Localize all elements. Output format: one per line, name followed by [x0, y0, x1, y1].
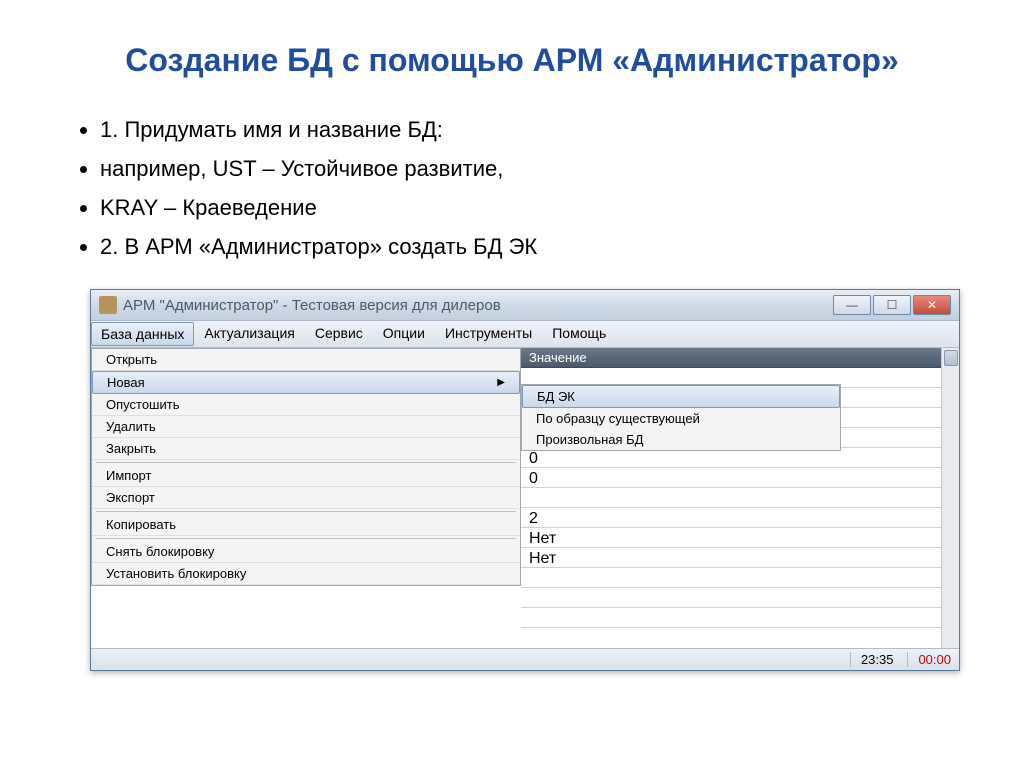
bullet-item: KRAY – Краеведение — [100, 190, 964, 225]
menu-delete[interactable]: Удалить — [92, 416, 520, 438]
menu-actualization[interactable]: Актуализация — [194, 321, 304, 347]
database-dropdown: Открыть Новая ▶ Опустошить Удалить Закры… — [91, 348, 521, 586]
menu-database[interactable]: База данных — [91, 322, 194, 346]
menu-lock[interactable]: Установить блокировку — [92, 563, 520, 585]
grid-row: 0 — [521, 448, 959, 468]
app-icon — [99, 296, 117, 314]
menu-copy[interactable]: Копировать — [92, 514, 520, 536]
status-bar: 23:35 00:00 — [91, 648, 959, 670]
grid-row — [521, 588, 959, 608]
menu-options[interactable]: Опции — [373, 321, 435, 347]
status-timer: 00:00 — [907, 652, 951, 667]
submenu-by-sample[interactable]: По образцу существующей — [522, 408, 840, 429]
menu-unlock[interactable]: Снять блокировку — [92, 541, 520, 563]
grid-row — [521, 608, 959, 628]
menu-bar: База данных Актуализация Сервис Опции Ин… — [91, 321, 959, 348]
status-time: 23:35 — [850, 652, 894, 667]
grid-header-value: Значение — [521, 348, 959, 368]
menu-export[interactable]: Экспорт — [92, 487, 520, 509]
menu-close[interactable]: Закрыть — [92, 438, 520, 460]
grid-row: Нет — [521, 548, 959, 568]
submenu-bd-ek[interactable]: БД ЭК — [522, 385, 840, 408]
title-bar: АРМ "Администратор" - Тестовая версия дл… — [91, 290, 959, 321]
bullet-item: 1. Придумать имя и название БД: — [100, 112, 964, 147]
bullet-item: 2. В АРМ «Администратор» создать БД ЭК — [100, 229, 964, 264]
chevron-right-icon: ▶ — [497, 377, 505, 388]
grid-row: 2 — [521, 508, 959, 528]
maximize-button[interactable]: ☐ — [873, 295, 911, 315]
window-title: АРМ "Администратор" - Тестовая версия дл… — [123, 297, 833, 314]
menu-empty[interactable]: Опустошить — [92, 394, 520, 416]
menu-new[interactable]: Новая ▶ — [92, 371, 520, 394]
menu-tools[interactable]: Инструменты — [435, 321, 542, 347]
grid-row — [521, 488, 959, 508]
app-window: АРМ "Администратор" - Тестовая версия дл… — [90, 289, 960, 671]
scroll-up-icon[interactable] — [944, 350, 958, 366]
menu-import[interactable]: Импорт — [92, 465, 520, 487]
new-submenu: БД ЭК По образцу существующей Произвольн… — [521, 384, 841, 451]
grid-row: 0 — [521, 468, 959, 488]
bullet-list: 1. Придумать имя и название БД: например… — [60, 112, 964, 265]
minimize-button[interactable]: — — [833, 295, 871, 315]
grid-row: Нет — [521, 528, 959, 548]
window-controls: — ☐ ✕ — [833, 295, 951, 315]
menu-separator — [96, 511, 516, 512]
slide-title: Создание БД с помощью АРМ «Администратор… — [60, 40, 964, 82]
bullet-item: например, UST – Устойчивое развитие, — [100, 151, 964, 186]
close-button[interactable]: ✕ — [913, 295, 951, 315]
grid-row — [521, 568, 959, 588]
submenu-arbitrary[interactable]: Произвольная БД — [522, 429, 840, 450]
menu-open[interactable]: Открыть — [92, 349, 520, 371]
menu-service[interactable]: Сервис — [305, 321, 373, 347]
menu-help[interactable]: Помощь — [542, 321, 616, 347]
content-area: Значение 0 0 2 Нет Нет Открыть Новая ▶ — [91, 348, 959, 648]
scrollbar[interactable] — [941, 348, 959, 648]
menu-separator — [96, 462, 516, 463]
menu-separator — [96, 538, 516, 539]
